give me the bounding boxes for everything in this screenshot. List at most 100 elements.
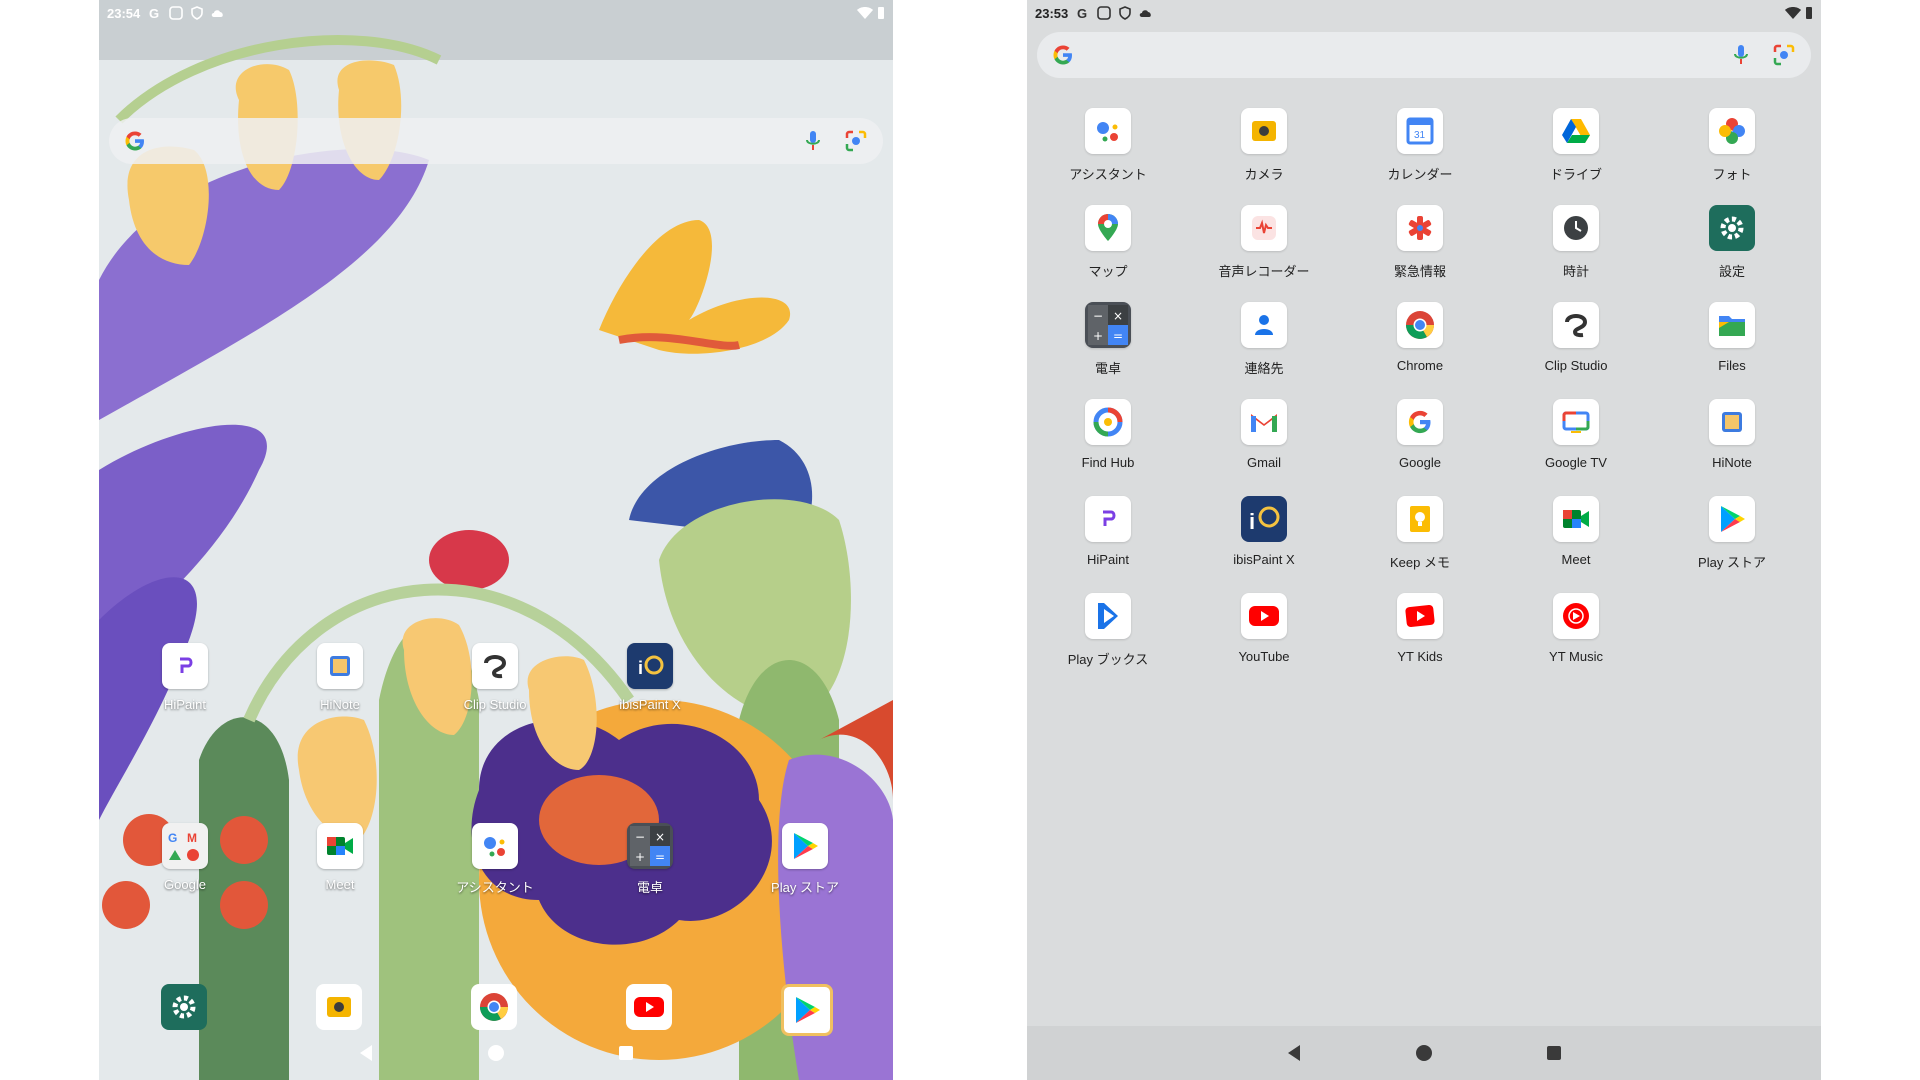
app-label: 緊急情報 [1393,264,1446,279]
drawer-app-maps[interactable]: マップ [1030,205,1186,280]
hinote-icon [317,643,363,689]
clip-studio-icon [1553,302,1599,348]
home-app-ibispaint[interactable]: i ibisPaint X [590,643,710,712]
dock-settings[interactable] [161,984,207,1030]
drawer-app-assistant[interactable]: アシスタント [1030,108,1186,183]
gmail-icon [1241,399,1287,445]
back-button[interactable] [1284,1043,1304,1063]
photos-icon [1709,108,1755,154]
status-bar: 23:53 G [1027,0,1821,26]
recents-button[interactable] [1544,1043,1564,1063]
drawer-app-chrome[interactable]: Chrome [1342,302,1498,373]
app-label: アシスタント [1069,167,1147,182]
drawer-app-emergency[interactable]: 緊急情報 [1342,205,1498,280]
drawer-app-meet[interactable]: Meet [1498,496,1654,567]
lens-icon[interactable] [845,130,867,152]
wifi-icon [1785,7,1801,19]
drawer-app-yt-music[interactable]: YT Music [1498,593,1654,664]
recents-button[interactable] [616,1043,636,1063]
drawer-app-play-books[interactable]: Play ブックス [1030,593,1186,668]
home-app-clip-studio[interactable]: Clip Studio [435,643,555,712]
play-store-icon [782,823,828,869]
drawer-app-calculator[interactable]: − × + = 電卓 [1030,302,1186,377]
ibispaint-icon: i [627,643,673,689]
google-g-icon [125,131,144,151]
drawer-app-settings[interactable]: 設定 [1654,205,1810,280]
meet-icon [1553,496,1599,542]
mic-icon[interactable] [805,130,821,152]
google-tv-icon [1553,399,1599,445]
dock-youtube[interactable] [626,984,672,1030]
keep-icon [1397,496,1443,542]
drawer-app-drive[interactable]: ドライブ [1498,108,1654,183]
home-app-play-store[interactable]: Play ストア [745,823,865,896]
drawer-app-contacts[interactable]: 連絡先 [1186,302,1342,377]
svg-text:×: × [655,830,665,844]
dock-chrome[interactable] [471,984,517,1030]
dock-camera[interactable] [316,984,362,1030]
status-time: 23:53 [1035,5,1069,21]
calculator-icon: − × + = [627,823,673,869]
home-folder-google[interactable]: GM Google [125,823,245,892]
app-label: Play ストア [1698,555,1766,570]
drawer-app-calendar[interactable]: 31 カレンダー [1342,108,1498,183]
meet-icon [317,823,363,869]
drawer-app-ibispaint[interactable]: i ibisPaint X [1186,496,1342,567]
drawer-app-google-tv[interactable]: Google TV [1498,399,1654,470]
app-label: Keep メモ [1390,555,1450,570]
svg-text:i: i [1249,509,1255,534]
home-nav-bar [99,1026,893,1080]
hipaint-icon [1085,496,1131,542]
app-label: 連絡先 [1244,361,1284,376]
drawer-app-keep[interactable]: Keep メモ [1342,496,1498,571]
drawer-app-play-store[interactable]: Play ストア [1654,496,1810,571]
drawer-app-gmail[interactable]: Gmail [1186,399,1342,470]
lens-icon[interactable] [1773,44,1795,66]
drawer-app-hinote[interactable]: HiNote [1654,399,1810,470]
notification-icon [1097,6,1112,20]
drawer-app-files[interactable]: Files [1654,302,1810,373]
drawer-search-bar[interactable] [1037,32,1811,78]
app-label: ドライブ [1549,167,1602,182]
home-app-hipaint[interactable]: HiPaint [125,643,245,712]
svg-text:G: G [168,831,177,845]
drawer-app-yt-kids[interactable]: YT Kids [1342,593,1498,664]
home-search-bar[interactable] [109,118,883,164]
svg-text:31: 31 [1414,130,1426,141]
app-label: Google [164,877,206,892]
back-icon [1288,1045,1300,1061]
recents-icon [1547,1046,1561,1060]
settings-icon [1709,205,1755,251]
google-status-icon: G [149,6,159,20]
home-app-assistant[interactable]: アシスタント [435,823,555,896]
home-button[interactable] [486,1043,506,1063]
drawer-app-hipaint[interactable]: HiPaint [1030,496,1186,567]
notification-icon [169,6,184,20]
drawer-app-clock[interactable]: 時計 [1498,205,1654,280]
home-app-meet[interactable]: Meet [280,823,400,892]
drawer-app-recorder[interactable]: 音声レコーダー [1186,205,1342,280]
app-label: ibisPaint X [619,697,681,712]
mic-icon[interactable] [1733,44,1749,66]
drawer-app-photos[interactable]: フォト [1654,108,1810,183]
home-app-calculator[interactable]: − × + = 電卓 [590,823,710,896]
drawer-app-clip-studio[interactable]: Clip Studio [1498,302,1654,373]
back-button[interactable] [356,1043,376,1063]
app-label: HiNote [320,697,360,712]
drawer-app-camera[interactable]: カメラ [1186,108,1342,183]
app-label: カレンダー [1387,167,1453,182]
app-label: YT Music [1549,649,1603,664]
home-app-hinote[interactable]: HiNote [280,643,400,712]
app-label: 時計 [1562,264,1589,279]
chrome-icon [480,993,508,1021]
app-label: 電卓 [636,880,663,895]
app-label: HiNote [1712,455,1752,470]
svg-text:i: i [638,658,643,678]
home-button[interactable] [1414,1043,1434,1063]
app-label: Play ストア [771,880,839,895]
drawer-app-google[interactable]: Google [1342,399,1498,470]
home-screen: 23:54 G HiPaint HiNote Clip Studio i ibi… [99,0,893,1080]
assistant-icon [472,823,518,869]
drawer-app-find-hub[interactable]: Find Hub [1030,399,1186,470]
drawer-app-youtube[interactable]: YouTube [1186,593,1342,664]
